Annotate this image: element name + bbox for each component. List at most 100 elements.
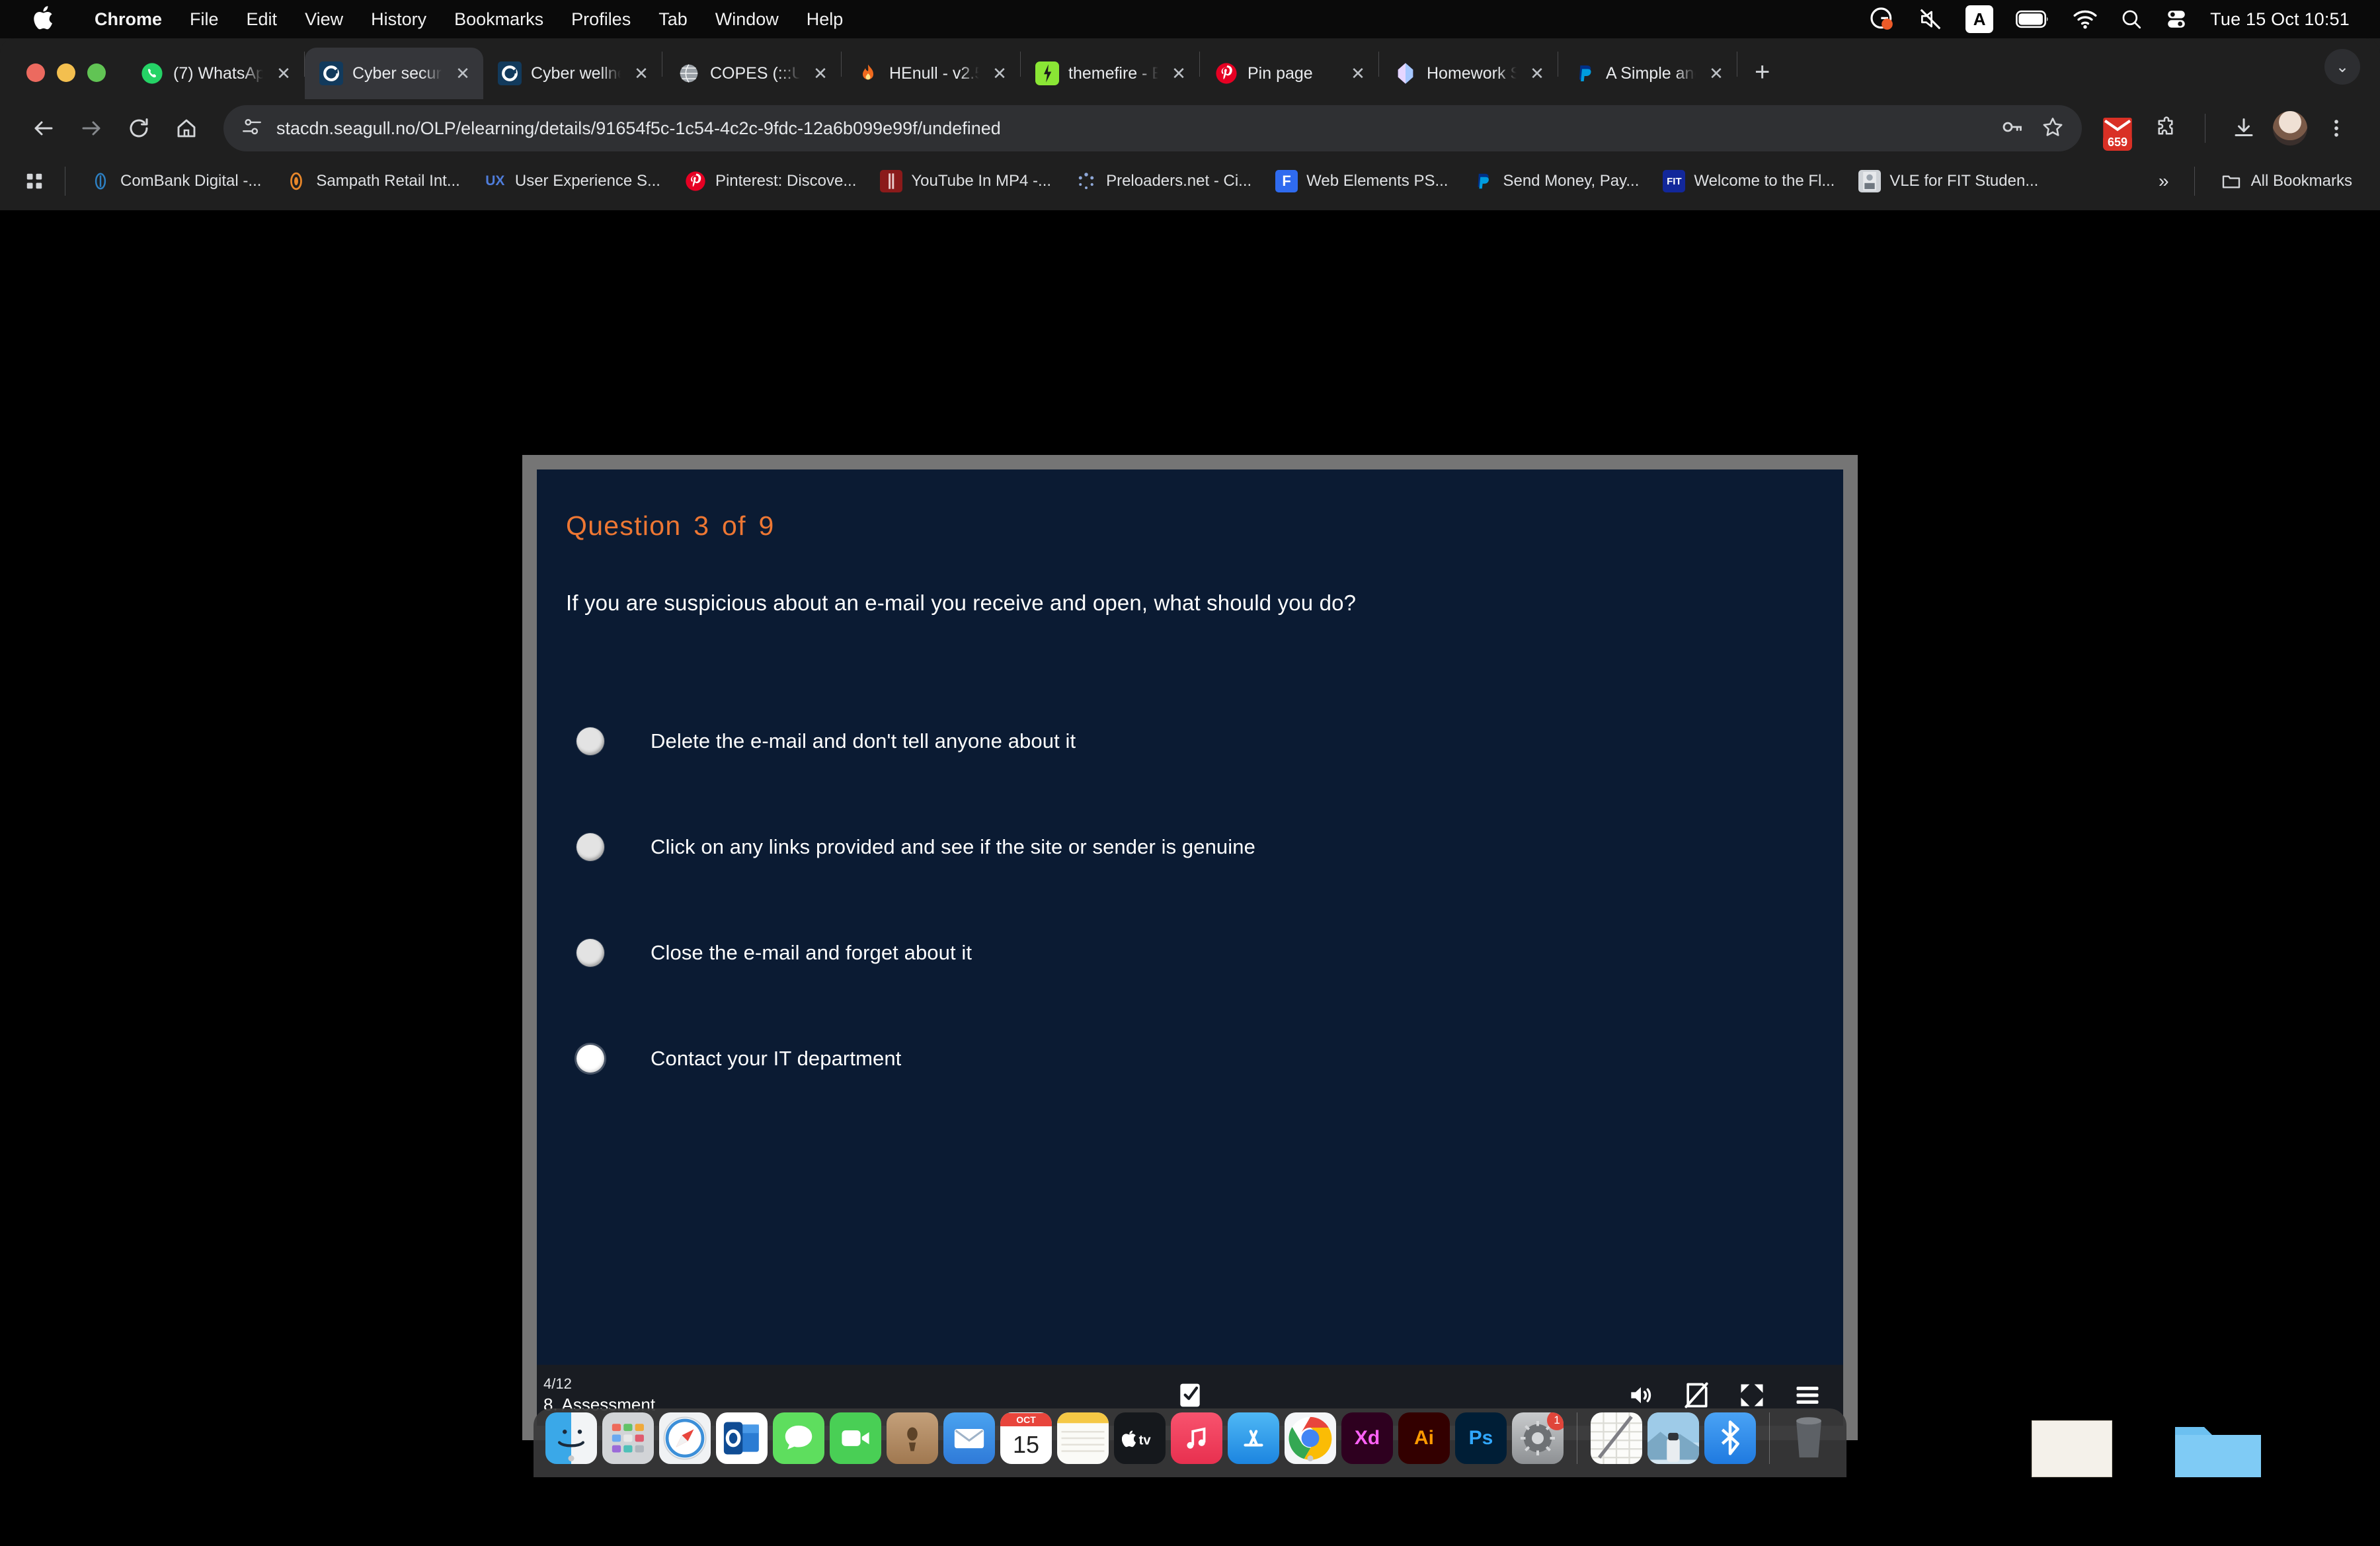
dock-item-launchpad[interactable]	[602, 1412, 654, 1464]
dock-item-adobe-illustrator[interactable]: Ai	[1398, 1412, 1450, 1464]
tab-homework-space[interactable]: Homework Space - ✕	[1379, 48, 1558, 99]
menu-help[interactable]: Help	[793, 9, 857, 30]
profile-avatar[interactable]	[2273, 111, 2307, 145]
dock-item-mail[interactable]	[943, 1412, 995, 1464]
menubar-clock[interactable]: Tue 15 Oct 10:51	[2210, 9, 2350, 30]
back-arrow-icon[interactable]	[22, 107, 65, 149]
tab-close-button[interactable]: ✕	[272, 63, 295, 84]
dock-item-system-settings[interactable]: 1	[1512, 1412, 1564, 1464]
menu-tab[interactable]: Tab	[645, 9, 701, 30]
tab-close-button[interactable]: ✕	[1526, 63, 1548, 84]
dock-item-music[interactable]	[1171, 1412, 1222, 1464]
tab-search-chevron-down-icon[interactable]: ⌄	[2324, 49, 2360, 85]
tab-close-button[interactable]: ✕	[1347, 63, 1369, 84]
all-bookmarks-button[interactable]: All Bookmarks	[2209, 165, 2363, 198]
tab-close-button[interactable]: ✕	[809, 63, 832, 84]
download-icon[interactable]	[2223, 107, 2265, 149]
url-text[interactable]: stacdn.seagull.no/OLP/elearning/details/…	[276, 118, 1987, 139]
dock-item-podcasts[interactable]	[887, 1412, 938, 1464]
apple-logo-icon[interactable]	[32, 4, 57, 32]
answer-option-3[interactable]: Close the e-mail and forget about it	[566, 900, 1814, 1006]
tab-paypal[interactable]: A Simple and Safer ✕	[1558, 48, 1737, 99]
menu-bookmarks[interactable]: Bookmarks	[440, 9, 557, 30]
maximize-window-button[interactable]	[87, 63, 106, 82]
bookmark-preloaders[interactable]: Preloaders.net - Ci...	[1064, 165, 1262, 198]
dock-item-messages[interactable]	[773, 1412, 824, 1464]
radio-button-icon[interactable]	[576, 727, 604, 755]
close-window-button[interactable]	[26, 63, 45, 82]
wifi-icon[interactable]	[2073, 9, 2098, 30]
menu-window[interactable]: Window	[701, 9, 793, 30]
answer-option-4[interactable]: Contact your IT department	[566, 1006, 1814, 1112]
tab-pin-page[interactable]: Pin page ✕	[1200, 48, 1378, 99]
tab-themefire[interactable]: themefire - Envato ✕	[1021, 48, 1199, 99]
bookmark-combank[interactable]: ComBank Digital -...	[79, 165, 272, 198]
answer-option-2[interactable]: Click on any links provided and see if t…	[566, 794, 1814, 900]
apps-grid-icon[interactable]	[17, 164, 52, 198]
mute-icon[interactable]	[1918, 7, 1943, 32]
menu-history[interactable]: History	[357, 9, 440, 30]
grammarly-icon[interactable]	[1869, 6, 1895, 32]
gmail-extension-icon[interactable]: 659	[2098, 108, 2137, 151]
fullscreen-icon[interactable]	[1737, 1381, 1766, 1410]
checkbox-submit-icon[interactable]	[1175, 1381, 1205, 1410]
new-tab-button[interactable]: +	[1737, 58, 1787, 99]
minimize-window-button[interactable]	[57, 63, 75, 82]
menu-view[interactable]: View	[291, 9, 357, 30]
volume-icon[interactable]	[1626, 1381, 1655, 1410]
tab-whatsapp[interactable]: (7) WhatsApp ✕	[126, 48, 304, 99]
dock-item-app-store[interactable]	[1228, 1412, 1279, 1464]
hamburger-menu-icon[interactable]	[1793, 1381, 1822, 1410]
dock-item-preview[interactable]	[1647, 1412, 1699, 1464]
dock-item-chrome[interactable]	[1285, 1412, 1336, 1464]
bookmarks-overflow-button[interactable]: »	[2148, 165, 2180, 197]
bookmark-vle[interactable]: VLE for FIT Studen...	[1848, 165, 2049, 198]
dock-item-apple-tv[interactable]: tv	[1114, 1412, 1166, 1464]
tab-close-button[interactable]: ✕	[452, 63, 474, 84]
reload-icon[interactable]	[118, 107, 160, 149]
bookmark-youtube-mp4[interactable]: YouTube In MP4 -...	[869, 165, 1062, 198]
menu-edit[interactable]: Edit	[233, 9, 292, 30]
bookmark-pinterest[interactable]: Pinterest: Discove...	[674, 165, 867, 198]
tab-close-button[interactable]: ✕	[1705, 63, 1727, 84]
dock-item-safari[interactable]	[659, 1412, 711, 1464]
tab-cyber-security[interactable]: Cyber security, Aw ✕	[305, 48, 483, 99]
battery-icon[interactable]	[2016, 9, 2050, 29]
dock-item-facetime[interactable]	[830, 1412, 881, 1464]
accessibility-A-icon[interactable]: A	[1965, 5, 1994, 33]
dock-item-outlook[interactable]	[716, 1412, 768, 1464]
tab-close-button[interactable]: ✕	[630, 63, 653, 84]
address-bar[interactable]: stacdn.seagull.no/OLP/elearning/details/…	[223, 105, 2082, 151]
bookmark-sampath[interactable]: Sampath Retail Int...	[274, 165, 470, 198]
puzzle-piece-icon[interactable]	[2145, 107, 2188, 149]
tab-henull[interactable]: HEnull - v2.5.4-ne ✕	[842, 48, 1020, 99]
bookmark-web-elements[interactable]: F Web Elements PS...	[1265, 165, 1458, 198]
dock-item-trash[interactable]	[1783, 1412, 1835, 1464]
radio-button-icon[interactable]	[576, 939, 604, 967]
dock-item-finder[interactable]	[545, 1412, 597, 1464]
dock-item-calendar[interactable]: OCT 15	[1000, 1412, 1052, 1464]
control-center-icon[interactable]	[2165, 8, 2188, 30]
menu-file[interactable]: File	[176, 9, 233, 30]
bookmark-send-money[interactable]: Send Money, Pay...	[1461, 165, 1649, 198]
forward-arrow-icon[interactable]	[70, 107, 112, 149]
dock-item-numbers[interactable]	[1591, 1412, 1642, 1464]
radio-button-icon[interactable]	[576, 833, 604, 861]
menu-chrome[interactable]: Chrome	[81, 9, 176, 30]
dock-item-adobe-xd[interactable]: Xd	[1341, 1412, 1393, 1464]
home-icon[interactable]	[165, 107, 208, 149]
tab-close-button[interactable]: ✕	[988, 63, 1011, 84]
key-icon[interactable]	[2000, 115, 2024, 142]
tab-close-button[interactable]: ✕	[1168, 63, 1190, 84]
bookmark-user-experience[interactable]: UX User Experience S...	[473, 165, 671, 198]
star-icon[interactable]	[2041, 115, 2065, 142]
answer-option-1[interactable]: Delete the e-mail and don't tell anyone …	[566, 688, 1814, 794]
notes-off-icon[interactable]	[1682, 1381, 1711, 1410]
search-icon[interactable]	[2120, 8, 2143, 30]
radio-button-icon[interactable]	[576, 1045, 604, 1073]
dock-item-adobe-photoshop[interactable]: Ps	[1455, 1412, 1507, 1464]
dock-item-notes[interactable]	[1057, 1412, 1109, 1464]
site-settings-icon[interactable]	[241, 116, 263, 142]
dock-item-bluetooth[interactable]	[1704, 1412, 1756, 1464]
tab-cyber-wellness[interactable]: Cyber wellness - C ✕	[483, 48, 662, 99]
